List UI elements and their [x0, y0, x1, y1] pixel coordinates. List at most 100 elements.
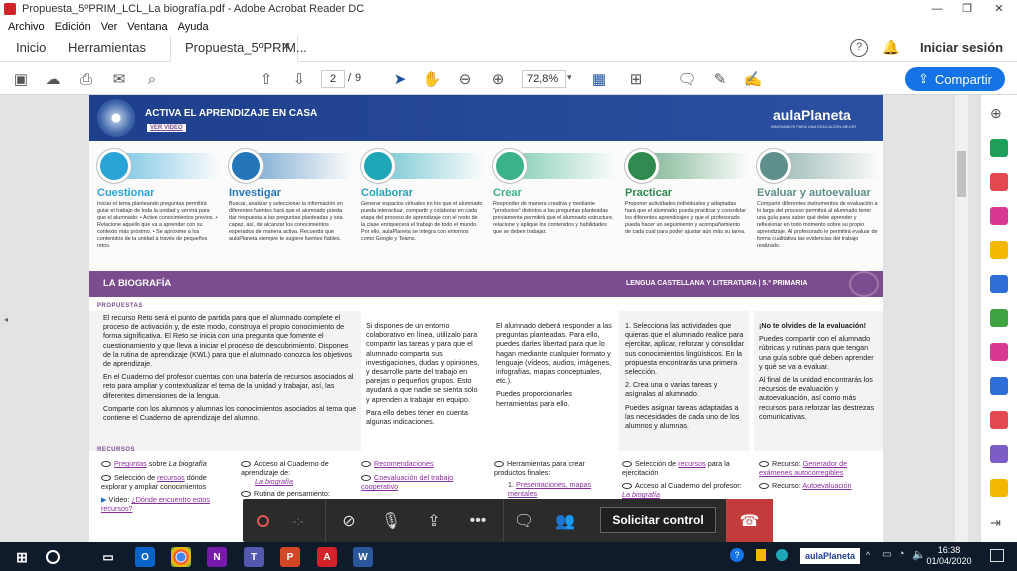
wifi-icon[interactable]: ◔	[898, 548, 905, 560]
menu-edicion[interactable]: Edición	[55, 21, 91, 33]
print-icon[interactable]: ⎙	[75, 68, 97, 90]
recomendaciones-link[interactable]: Recomendaciones	[374, 459, 434, 468]
onenote-icon[interactable]: N	[207, 547, 227, 567]
highlight-pen-icon[interactable]: ✎	[709, 68, 731, 90]
close-window-button[interactable]: ✕	[984, 0, 1014, 18]
zoom-input[interactable]: 72,8%	[522, 70, 566, 88]
tray-app-icon[interactable]	[776, 549, 788, 561]
notifications-icon[interactable]	[990, 549, 1004, 562]
zoom-tool-icon[interactable]: ⊕	[990, 105, 1008, 123]
menu-archivo[interactable]: Archivo	[8, 21, 45, 33]
help-icon[interactable]: ?	[850, 39, 868, 57]
autoevaluacion-link[interactable]: Autoevaluación	[802, 481, 851, 490]
hang-up-button[interactable]: ☎	[726, 499, 773, 542]
combine-files-icon[interactable]	[990, 275, 1008, 293]
scrollbar-thumb[interactable]	[957, 151, 966, 197]
upload-cloud-icon[interactable]: ☁	[42, 68, 64, 90]
phase-icon	[493, 149, 527, 183]
tab-inicio[interactable]: Inicio	[16, 40, 46, 55]
sign-icon[interactable]: ✍	[742, 68, 764, 90]
word-icon[interactable]: W	[353, 547, 373, 567]
recursos-link[interactable]: recursos	[157, 473, 185, 482]
system-clock[interactable]: 16:38 01/04/2020	[926, 545, 972, 567]
save-icon[interactable]: ▣	[10, 68, 32, 90]
bell-icon[interactable]: 🔔	[882, 39, 899, 56]
powerpoint-icon[interactable]: P	[280, 547, 300, 567]
search-circle-icon[interactable]	[46, 550, 60, 564]
col5-paragraph: Puedes compartir con el alumnado rúbrica…	[759, 334, 874, 371]
col4-paragraph: 1. Selecciona las actividades que quiera…	[625, 321, 745, 377]
fill-sign-icon[interactable]	[990, 343, 1008, 361]
protect-icon[interactable]	[990, 377, 1008, 395]
task-view-icon[interactable]: ▭	[98, 547, 118, 567]
collapse-panel-icon[interactable]: ⇥	[990, 515, 1008, 533]
phase-0: Cuestionar Iniciar el tema planteando pre…	[89, 141, 221, 271]
left-panel-toggle-icon[interactable]: ◂	[4, 315, 8, 324]
mic-off-icon[interactable]: 🎙	[377, 509, 405, 533]
vertical-scrollbar[interactable]	[955, 95, 968, 542]
menu-ventana[interactable]: Ventana	[127, 21, 167, 33]
stamp-icon[interactable]	[990, 479, 1008, 497]
chrome-icon[interactable]	[171, 547, 191, 567]
sign-in-link[interactable]: Iniciar sesión	[920, 40, 1003, 55]
outlook-icon[interactable]: O	[135, 547, 155, 567]
email-icon[interactable]: ✉	[108, 68, 130, 90]
organize-pages-icon[interactable]	[990, 309, 1008, 327]
volume-icon[interactable]: 🔈	[912, 548, 926, 561]
presentaciones-link[interactable]: Presentaciones, mapas mentales	[508, 480, 591, 498]
preguntas-link[interactable]: Preguntas	[114, 459, 147, 468]
record-icon[interactable]	[251, 509, 275, 533]
coevaluacion-link[interactable]: Coevaluación del trabajo cooperativo	[361, 473, 453, 491]
windows-start-icon[interactable]: ⊞	[12, 547, 32, 567]
page-number-input[interactable]: 2	[321, 70, 345, 88]
previous-page-icon[interactable]: ⇧	[255, 68, 277, 90]
teams-icon[interactable]: T	[244, 547, 264, 567]
tab-document[interactable]: Propuesta_5ºPRIM... ✕	[170, 36, 307, 62]
comment-icon[interactable]: 🗨	[676, 68, 698, 90]
comment-tool-icon[interactable]	[990, 241, 1008, 259]
create-pdf-icon[interactable]	[990, 173, 1008, 191]
send-for-review-icon[interactable]	[990, 411, 1008, 429]
maximize-button[interactable]: ❐	[952, 0, 982, 18]
help-tray-icon[interactable]: ?	[730, 548, 744, 562]
banner-title: ACTIVA EL APRENDIZAJE EN CASA	[145, 108, 318, 119]
phase-icon	[97, 149, 131, 183]
tab-close-icon[interactable]: ✕	[282, 40, 291, 53]
phase-title: Colaborar	[361, 187, 413, 199]
chat-icon[interactable]: 🗨	[510, 509, 538, 533]
cuaderno-link[interactable]: La biografía	[255, 477, 361, 486]
profesor-link[interactable]: La biografía	[622, 490, 660, 499]
select-cursor-icon[interactable]: ➤	[389, 68, 411, 90]
next-page-icon[interactable]: ⇩	[288, 68, 310, 90]
zoom-in-icon[interactable]: ⊕	[487, 68, 509, 90]
zoom-out-icon[interactable]: ⊖	[454, 68, 476, 90]
right-tools-panel: ⊕ ⇥	[980, 95, 1017, 542]
menu-ayuda[interactable]: Ayuda	[178, 21, 209, 33]
minimize-button[interactable]: —	[922, 0, 952, 18]
ejercitacion-link[interactable]: recursos	[678, 459, 706, 468]
tab-herramientas[interactable]: Herramientas	[68, 40, 146, 55]
fit-page-icon[interactable]: ▦	[588, 68, 610, 90]
ver-video-link[interactable]: VER VÍDEO	[147, 124, 186, 132]
share-screen-icon[interactable]: ⇪	[420, 509, 448, 533]
tray-app-icon[interactable]	[756, 549, 766, 561]
participants-icon[interactable]: 👥	[551, 509, 579, 533]
acrobat-taskbar-icon[interactable]: A	[317, 547, 337, 567]
scroll-mode-icon[interactable]: ⊞	[625, 68, 647, 90]
export-pdf-icon[interactable]	[990, 139, 1008, 157]
search-icon[interactable]: ⌕	[141, 68, 163, 90]
menu-ver[interactable]: Ver	[101, 21, 118, 33]
camera-off-icon[interactable]: ⊘	[335, 509, 363, 533]
share-icon: ⇪	[918, 71, 929, 86]
share-button[interactable]: ⇪ Compartir	[905, 67, 1005, 91]
aulaplaneta-tray-icon[interactable]: aulaPlaneta	[800, 548, 860, 564]
request-control-button[interactable]: Solicitar control	[600, 507, 716, 533]
more-options-icon[interactable]: •••	[464, 509, 492, 533]
edit-pdf-icon[interactable]	[990, 207, 1008, 225]
network-icon[interactable]: ▭	[882, 549, 891, 560]
hand-tool-icon[interactable]: ✋	[421, 68, 443, 90]
tray-expand-icon[interactable]: ^	[866, 550, 870, 560]
more-tools-icon[interactable]	[990, 445, 1008, 463]
phase-description: Responder de manera creativa y mediante …	[493, 201, 614, 235]
zoom-dropdown-icon[interactable]: ▾	[567, 72, 572, 83]
